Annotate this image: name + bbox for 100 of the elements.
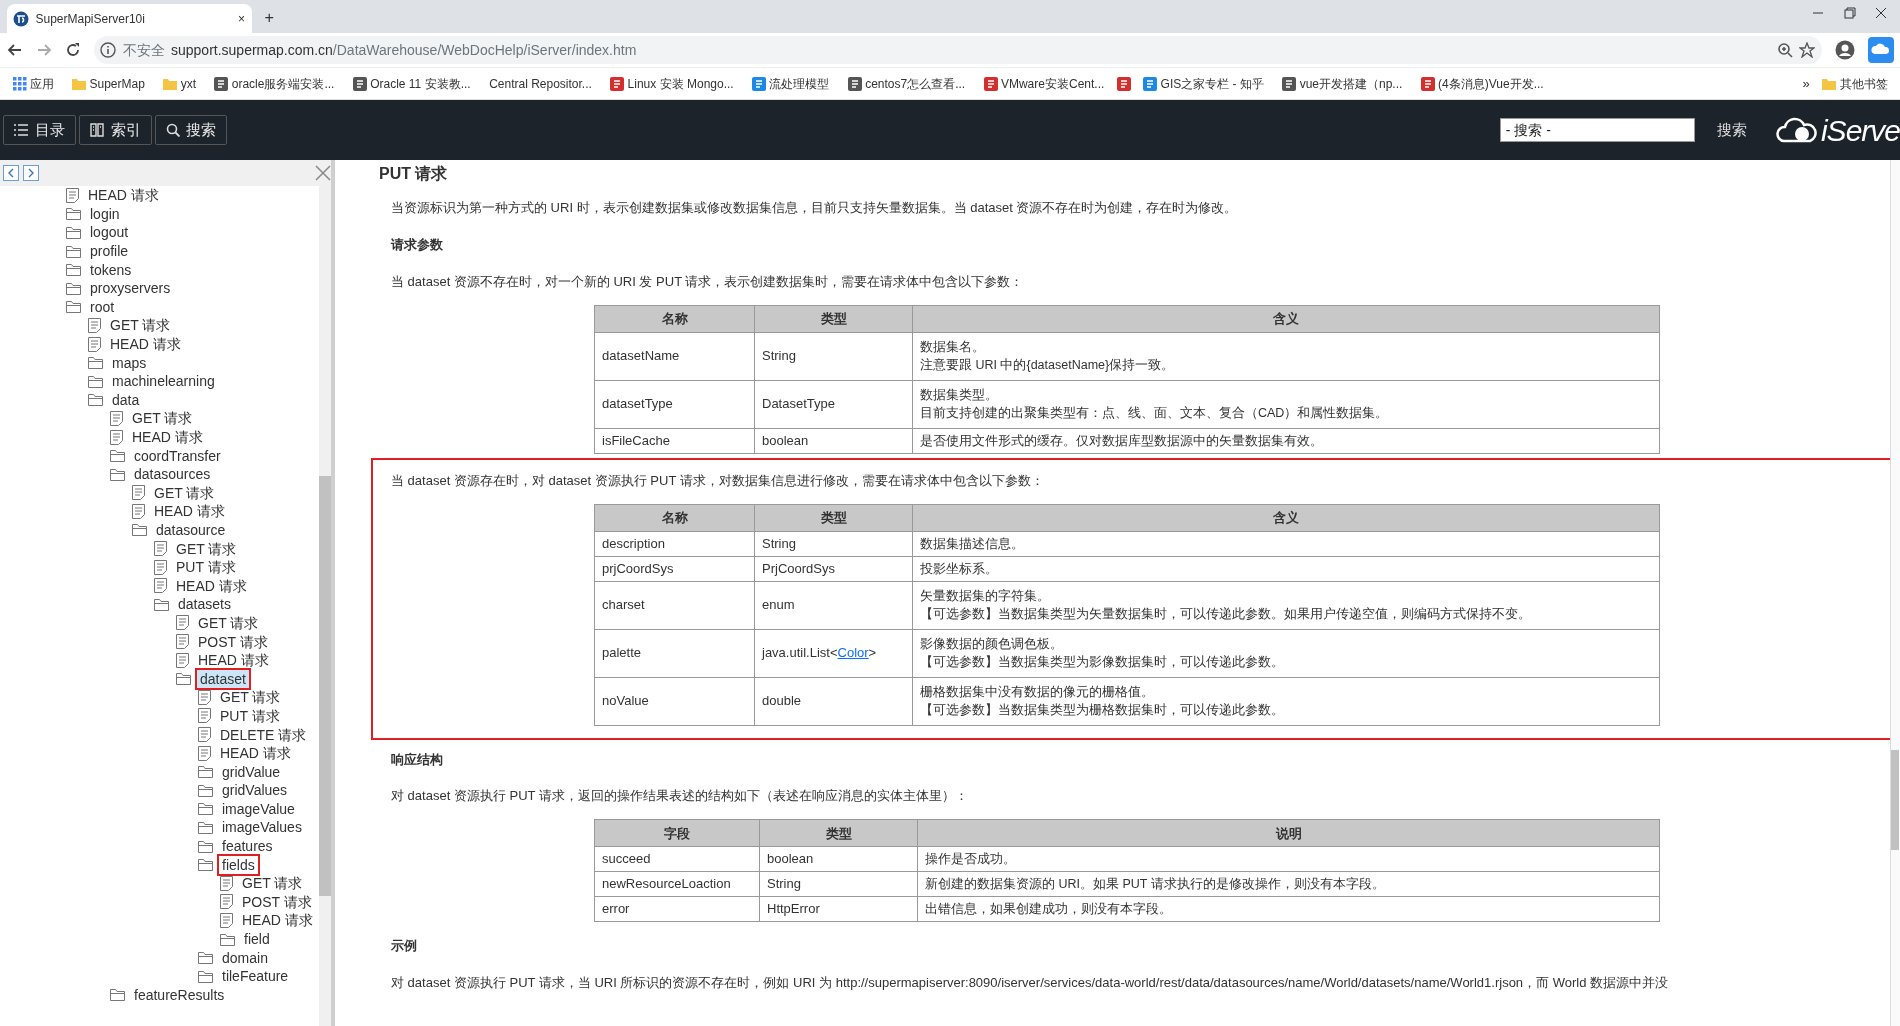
document-icon (154, 559, 167, 575)
info-icon (100, 42, 116, 58)
table-cell: error (594, 896, 760, 922)
new-tab-button[interactable]: + (264, 5, 274, 30)
url-text: support.supermap.com.cn/DataWarehouse/WebDocHelp/iServer/index.htm (171, 40, 637, 60)
folder-icon (198, 858, 213, 872)
cell-text: 注意要跟 URI 中的{datasetName}保持一致。 (920, 357, 1176, 375)
bookmark[interactable]: Linux 安装 Mongo... (604, 72, 740, 95)
paragraph: 对 dataset 资源执行 PUT 请求，当 URI 所标识的资源不存在时，例如 URI 为 http://supermapiserver:8090/iserver/services/data-world/rest/data/datasources/name/World/datasets/name/World1.rjson，而 World 数据源中并没 (391, 973, 1670, 992)
folder-icon (66, 244, 81, 258)
page-icon (214, 76, 229, 91)
cell-text: 栅格数据集中没有数据的像元的栅格值。 (920, 684, 1155, 702)
folder-icon (110, 467, 125, 481)
bookmark[interactable]: SuperMap (66, 72, 151, 95)
paragraph: 当 dataset 资源不存在时，对一个新的 URI 发 PUT 请求，表示创建数据集时，需要在请求体中包含以下参数： (391, 272, 1025, 291)
cloud-icon[interactable] (1867, 37, 1894, 63)
table-cell: DatasetType (754, 380, 913, 429)
more-bookmarks-button[interactable]: » (1802, 73, 1810, 94)
column-header: 含义 (912, 305, 1660, 333)
scrollbar[interactable] (319, 186, 331, 1026)
folder-icon (88, 374, 103, 388)
table-cell: noValue (594, 677, 755, 726)
bookmark[interactable]: (4条消息)Vue开发... (1414, 72, 1550, 95)
zoom-icon[interactable] (1776, 42, 1793, 58)
table-cell: enum (754, 581, 913, 630)
back-icon[interactable] (6, 42, 23, 58)
folder-icon (198, 951, 213, 965)
site-icon (13, 10, 29, 27)
page-icon (610, 76, 625, 91)
close-icon[interactable] (1875, 6, 1887, 19)
bookmark[interactable]: Oracle 11 安装教... (346, 72, 477, 95)
reload-icon[interactable] (64, 42, 81, 58)
tab-title: SuperMapiServer10i (35, 10, 146, 28)
tree-item[interactable]: fields (217, 853, 260, 876)
restore-icon[interactable] (1843, 6, 1856, 19)
bookmark[interactable]: 其他书签 (1816, 72, 1894, 95)
star-icon[interactable] (1799, 42, 1815, 58)
tree-item[interactable]: dataset (195, 667, 251, 690)
security-label: 不安全 (122, 40, 165, 60)
toolbar-button[interactable]: 目录 (3, 114, 76, 146)
table-cell: datasetType (594, 380, 755, 429)
toolbar-button[interactable]: 索引 (79, 114, 152, 146)
document-icon (132, 503, 145, 519)
bookmark[interactable]: yxt (157, 72, 202, 95)
folder-icon (66, 281, 81, 295)
bookmark[interactable]: GIS之家专栏 - 知乎 (1137, 72, 1270, 95)
table-cell: boolean (759, 846, 918, 872)
type-text: > (868, 645, 877, 661)
scrollbar[interactable] (1890, 160, 1900, 1026)
bookmark[interactable]: vue开发搭建（np... (1276, 72, 1409, 95)
address-bar[interactable]: 不安全 support.supermap.com.cn/DataWarehouse/WebDocHelp/iServer/index.htm (93, 36, 1822, 64)
cell-text: 新创建的数据集资源的 URI。如果 PUT 请求执行的是修改操作，则没有本字段。 (925, 876, 1386, 894)
document-icon (66, 187, 79, 203)
document-icon (110, 429, 123, 445)
next-icon[interactable] (22, 165, 39, 181)
column-header: 含义 (912, 504, 1660, 532)
bookmark[interactable]: VMware安装Cent... (977, 72, 1111, 95)
bookmark[interactable]: 应用 (6, 72, 60, 95)
folder-icon (66, 207, 81, 221)
search-field[interactable]: - 搜索 - (1499, 118, 1695, 142)
folder-icon (110, 449, 125, 463)
document-icon (220, 912, 233, 928)
cell-text: 操作是否成功。 (925, 851, 1017, 869)
folder-icon (198, 783, 213, 797)
folder-icon (154, 597, 169, 611)
paragraph: 对 dataset 资源执行 PUT 请求，返回的操作结果表述的结构如下（表述在响应消息的实体主体里）： (391, 787, 969, 806)
document-icon (198, 708, 211, 724)
cell-text: 数据集名。 (920, 339, 986, 357)
bookmark[interactable]: Central Repositor... (483, 72, 598, 95)
page-icon (1143, 76, 1158, 91)
folder-icon (198, 802, 213, 816)
page-icon (983, 76, 998, 91)
type-link[interactable]: Color (837, 645, 869, 661)
folder-icon (88, 356, 103, 370)
toolbar-button[interactable]: 搜索 (154, 114, 228, 146)
bookmark[interactable]: centos7怎么查看... (841, 72, 972, 95)
document-icon (176, 634, 189, 650)
search-button[interactable]: 搜索 (1710, 117, 1753, 143)
previous-icon[interactable] (3, 165, 20, 181)
table-cell: newResourceLoaction (594, 871, 760, 897)
folder-icon (66, 300, 81, 314)
bookmark-icon[interactable] (1116, 76, 1131, 91)
avatar-icon[interactable] (1834, 40, 1855, 60)
table-cell: HttpError (759, 896, 918, 922)
bookmark[interactable]: oracle服务端安装... (208, 72, 341, 95)
close-icon[interactable]: × (238, 9, 245, 28)
table-cell: boolean (754, 428, 913, 454)
cell-text: 【可选参数】当数据集类型为影像数据集时，可以传递此参数。 (920, 654, 1285, 672)
cell-text: 【可选参数】当数据集类型为矢量数据集时，可以传递此参数。如果用户传递空值，则编码方式保持不变。 (920, 606, 1532, 624)
table-cell: datasetName (594, 332, 755, 381)
table-cell: PrjCoordSys (754, 556, 913, 582)
cell-text: 数据集类型。 (920, 387, 999, 405)
bookmark[interactable]: 流处理模型 (746, 72, 836, 95)
page-icon (1420, 76, 1435, 91)
document-icon (198, 689, 211, 705)
folder-icon (132, 523, 147, 537)
browser-tab[interactable]: SuperMapiServer10i × (6, 4, 252, 33)
table-cell: String (754, 332, 913, 381)
table-cell: double (754, 677, 913, 726)
cell-text: 【可选参数】当数据集类型为栅格数据集时，可以传递此参数。 (920, 702, 1285, 720)
